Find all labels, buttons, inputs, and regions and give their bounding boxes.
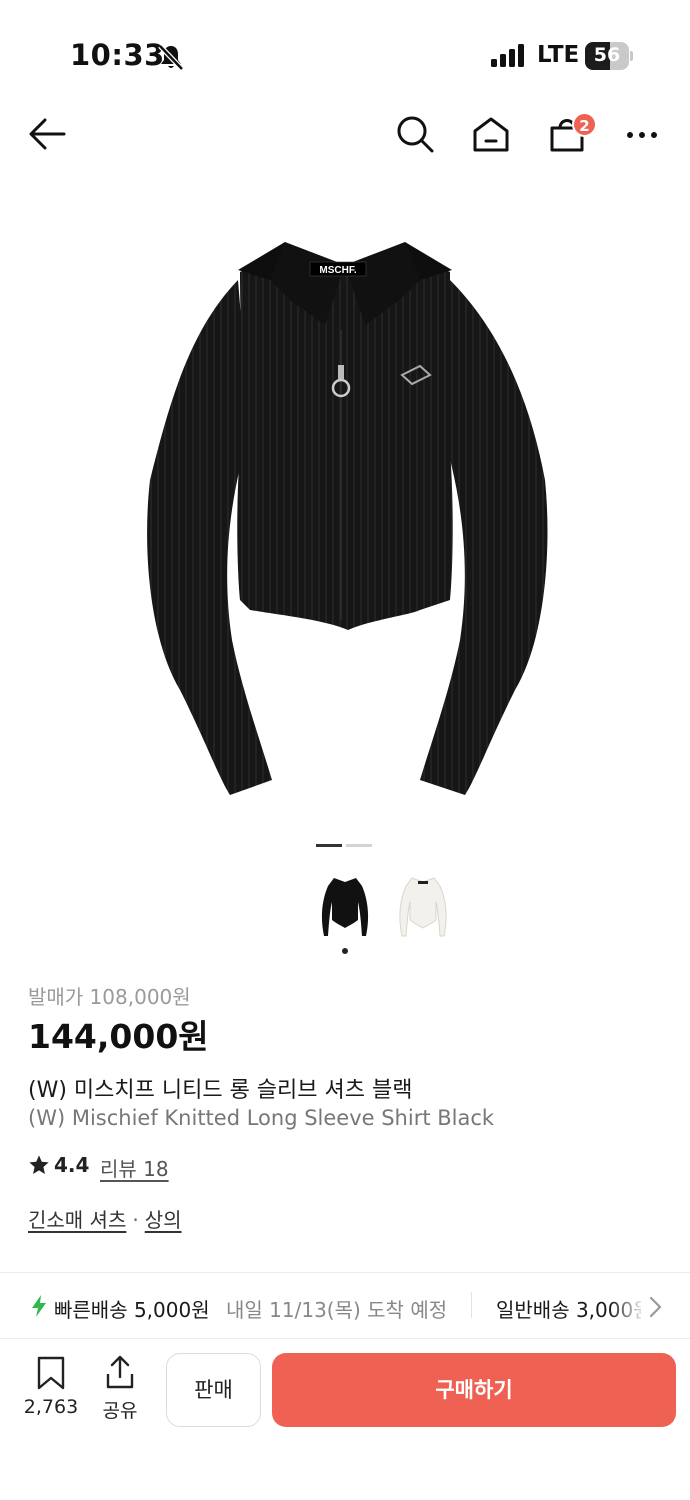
- bookmark-count: 2,763: [23, 1396, 79, 1418]
- status-bar: 10:33 LTE 56: [0, 0, 690, 110]
- star-icon: [29, 1155, 49, 1174]
- share-label: 공유: [102, 1400, 138, 1422]
- status-time: 10:33: [70, 38, 165, 72]
- thumbnail-selected-dot: [342, 948, 348, 954]
- thumbnail-black[interactable]: [318, 872, 372, 942]
- carousel-indicator-inactive: [346, 844, 372, 847]
- buy-button[interactable]: 구매하기: [272, 1353, 676, 1427]
- bell-muted-icon: [158, 44, 184, 71]
- network-label: LTE: [537, 42, 580, 68]
- category-link-tops[interactable]: 상의: [145, 1208, 182, 1232]
- battery-level: 56: [593, 44, 621, 66]
- carousel-indicator-active: [316, 844, 342, 847]
- signal-icon: [491, 44, 524, 67]
- release-price: 발매가 108,000원: [28, 985, 191, 1009]
- bookmark-icon: [37, 1356, 65, 1390]
- chevron-right-icon: [649, 1296, 662, 1318]
- shipping-separator: [471, 1292, 472, 1318]
- divider: [0, 1338, 690, 1339]
- product-price: 144,000원: [28, 1017, 209, 1056]
- product-main-image[interactable]: MSCHF.: [120, 220, 570, 820]
- shipping-options[interactable]: 빠른배송 5,000원 내일 11/13(목) 도착 예정 일반배송 3,000…: [0, 1272, 690, 1338]
- category-breadcrumb: 긴소매 셔츠 · 상의: [28, 1204, 182, 1233]
- rating-value: 4.4: [54, 1153, 90, 1177]
- lightning-icon: [32, 1295, 46, 1317]
- fast-shipping-date: 내일 11/13(목) 도착 예정: [226, 1298, 448, 1322]
- more-icon[interactable]: [622, 112, 662, 156]
- review-link[interactable]: 리뷰 18: [100, 1153, 169, 1182]
- bookmark-button[interactable]: 2,763: [14, 1352, 88, 1432]
- category-separator: ·: [132, 1208, 139, 1232]
- battery-icon: 56: [585, 42, 633, 70]
- svg-text:MSCHF.: MSCHF.: [319, 265, 356, 276]
- category-link-long-sleeve-shirt[interactable]: 긴소매 셔츠: [28, 1208, 126, 1232]
- fast-shipping-label: 빠른배송 5,000원: [54, 1298, 210, 1322]
- cart-count-badge: 2: [572, 112, 597, 137]
- share-icon: [106, 1355, 134, 1389]
- product-name-en: (W) Mischief Knitted Long Sleeve Shirt B…: [28, 1106, 495, 1130]
- search-icon[interactable]: [394, 112, 436, 156]
- back-arrow-icon[interactable]: [26, 112, 70, 156]
- home-icon[interactable]: [470, 112, 512, 156]
- share-button[interactable]: 공유: [96, 1352, 144, 1432]
- thumbnail-white[interactable]: [396, 872, 450, 942]
- sell-button[interactable]: 판매: [166, 1353, 261, 1427]
- carousel-indicator: [316, 844, 376, 848]
- product-name-ko: (W) 미스치프 니티드 롱 슬리브 셔츠 블랙: [28, 1078, 413, 1103]
